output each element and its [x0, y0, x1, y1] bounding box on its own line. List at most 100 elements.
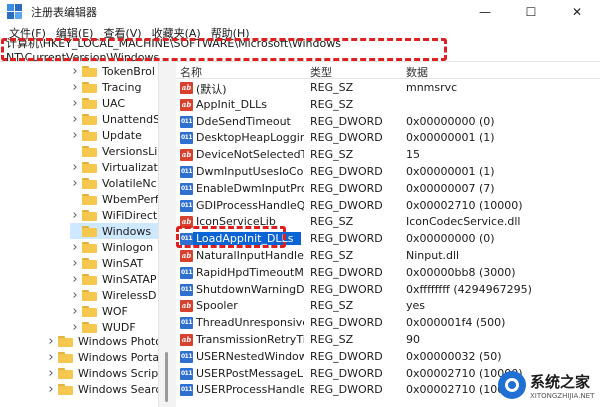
folder-icon: [82, 145, 97, 157]
tree-scrollbar[interactable]: [158, 62, 176, 407]
tree-item[interactable]: WbemPerf: [70, 191, 158, 207]
folder-icon: [82, 257, 97, 269]
value-type: REG_DWORD: [310, 282, 383, 296]
value-data: 0x00000001 (1): [406, 165, 495, 178]
tree-item[interactable]: › Windows Photo: [46, 333, 158, 349]
value-row[interactable]: 011 DdeSendTimeout REG_DWORD 0x00000000 (0): [176, 114, 600, 130]
column-header-name[interactable]: 名称: [180, 64, 202, 80]
tree-item[interactable]: › WOF: [70, 303, 128, 319]
value-data: mnmsrvc: [406, 81, 458, 94]
chevron-right-icon[interactable]: ›: [70, 272, 80, 287]
tree-item-label: WOF: [102, 304, 128, 318]
tree-item[interactable]: › Windows Searcl: [46, 381, 158, 397]
folder-icon: [82, 305, 97, 317]
chevron-right-icon[interactable]: ›: [70, 288, 80, 303]
string-value-icon: ab: [180, 149, 193, 162]
value-row[interactable]: 011GDIProcessHandleQu... REG_DWORD 0x00002…: [176, 198, 600, 214]
value-name: ThreadUnresponsiveL...: [196, 316, 304, 330]
folder-icon: [82, 113, 97, 125]
value-type: REG_DWORD: [310, 383, 383, 397]
tree-item-label: UnattendS: [102, 112, 158, 126]
list-header: 名称 类型 数据: [176, 62, 600, 79]
chevron-right-icon[interactable]: ›: [70, 96, 80, 111]
tree-item[interactable]: › WirelessD: [70, 287, 156, 303]
chevron-right-icon[interactable]: ›: [46, 350, 56, 365]
folder-icon: [58, 351, 73, 363]
column-header-data[interactable]: 数据: [406, 64, 428, 80]
chevron-right-icon[interactable]: ›: [70, 256, 80, 271]
binary-value-icon: 011: [180, 384, 193, 397]
value-row[interactable]: ab (默认) REG_SZ mnmsrvc: [176, 80, 600, 96]
value-row[interactable]: 011 RapidHpdTimeoutMs REG_DWORD 0x00000bb8 …: [176, 265, 600, 281]
tree-item[interactable]: › Virtualizati: [70, 159, 158, 175]
tree-item-label: WUDF: [102, 320, 136, 334]
column-header-type[interactable]: 类型: [310, 64, 332, 80]
tree-item[interactable]: › WinSAT: [70, 255, 143, 271]
tree-item-label: WinSATAP: [102, 272, 157, 286]
chevron-right-icon[interactable]: ›: [70, 208, 80, 223]
value-data: yes: [406, 299, 426, 313]
watermark-url: XITONGZHIJIA.NET: [530, 391, 595, 400]
value-row[interactable]: 011ThreadUnresponsiveL... REG_DWORD 0x0000…: [176, 315, 600, 331]
close-button[interactable]: ✕: [554, 0, 600, 24]
chevron-right-icon[interactable]: ›: [46, 382, 56, 397]
string-value-icon: ab: [180, 334, 193, 346]
value-data: IconCodecService.dll: [406, 215, 521, 229]
watermark-text: 系统之家: [530, 372, 591, 391]
folder-icon: [82, 241, 97, 253]
value-row[interactable]: 011DwmInputUsesIoCom... REG_DWORD 0x000000…: [176, 164, 600, 180]
chevron-right-icon[interactable]: ›: [70, 64, 80, 79]
tree-item[interactable]: › UnattendS: [70, 111, 158, 127]
value-row[interactable]: 011EnableDwmInputProc... REG_DWORD 0x00000…: [176, 181, 600, 197]
chevron-right-icon[interactable]: ›: [70, 112, 80, 127]
value-row[interactable]: ab AppInit_DLLs REG_SZ: [176, 97, 600, 113]
folder-icon: [82, 97, 97, 109]
value-row[interactable]: 011ShutdownWarningDial... REG_DWORD 0xffff…: [176, 282, 600, 298]
value-data: 0x00000000 (0): [406, 114, 495, 128]
tree-item[interactable]: › VolatileNc: [70, 175, 157, 191]
tree-item[interactable]: › Update: [70, 127, 141, 143]
value-row[interactable]: 011USERNestedWindowLi... REG_DWORD 0x00000…: [176, 349, 600, 365]
chevron-right-icon[interactable]: ›: [46, 366, 56, 381]
tree-item[interactable]: › UAC: [70, 95, 125, 111]
tree-item[interactable]: Windows: [70, 223, 158, 239]
value-row[interactable]: abDeviceNotSelectedTi... REG_SZ 15: [176, 147, 600, 163]
tree-item-label: VolatileNc: [102, 176, 157, 190]
tree-item[interactable]: › Winlogon: [70, 239, 153, 255]
tree-item-label: Windows: [102, 224, 152, 238]
watermark-logo-icon: [498, 371, 526, 399]
tree-item-label: Windows Photo: [78, 334, 158, 348]
chevron-right-icon[interactable]: ›: [70, 304, 80, 319]
tree-item[interactable]: › Windows Script: [46, 365, 158, 381]
folder-icon: [82, 321, 97, 333]
value-type: REG_SZ: [310, 299, 354, 313]
scrollbar-thumb[interactable]: [165, 352, 168, 402]
binary-value-icon: 011: [180, 283, 193, 296]
chevron-right-icon[interactable]: ›: [70, 80, 80, 95]
chevron-right-icon[interactable]: ›: [70, 240, 80, 255]
tree-item[interactable]: › WinSATAP: [70, 271, 157, 287]
chevron-right-icon[interactable]: ›: [70, 160, 80, 175]
tree-item-label: Windows Portal: [78, 350, 158, 364]
tree-item[interactable]: › TokenBrol: [70, 63, 155, 79]
tree-item[interactable]: › WiFiDirect: [70, 207, 157, 223]
value-type: REG_DWORD: [310, 114, 383, 128]
tree-item[interactable]: › Windows Portal: [46, 349, 158, 365]
chevron-right-icon[interactable]: ›: [46, 334, 56, 349]
chevron-right-icon[interactable]: ›: [70, 176, 80, 191]
chevron-right-icon[interactable]: ›: [70, 128, 80, 143]
minimize-button[interactable]: —: [462, 0, 508, 24]
maximize-button[interactable]: ☐: [508, 0, 554, 24]
value-row[interactable]: abTransmissionRetryTim... REG_SZ 90: [176, 332, 600, 348]
tree-item[interactable]: VersionsLi: [70, 143, 157, 159]
value-row[interactable]: 011 DesktopHeapLogging REG_DWORD 0x00000001…: [176, 130, 600, 146]
tree-item[interactable]: › Tracing: [70, 79, 141, 95]
binary-value-icon: 011: [180, 367, 193, 380]
folder-icon: [82, 129, 97, 141]
tree-item-label: Windows Searcl: [78, 382, 158, 396]
value-row[interactable]: ab NaturalInputHandler REG_SZ Ninput.dll: [176, 248, 600, 264]
value-row[interactable]: ab Spooler REG_SZ yes: [176, 298, 600, 314]
string-value-icon: ab: [180, 300, 193, 313]
string-value-icon: ab: [180, 250, 193, 262]
string-value-icon: ab: [180, 98, 193, 111]
